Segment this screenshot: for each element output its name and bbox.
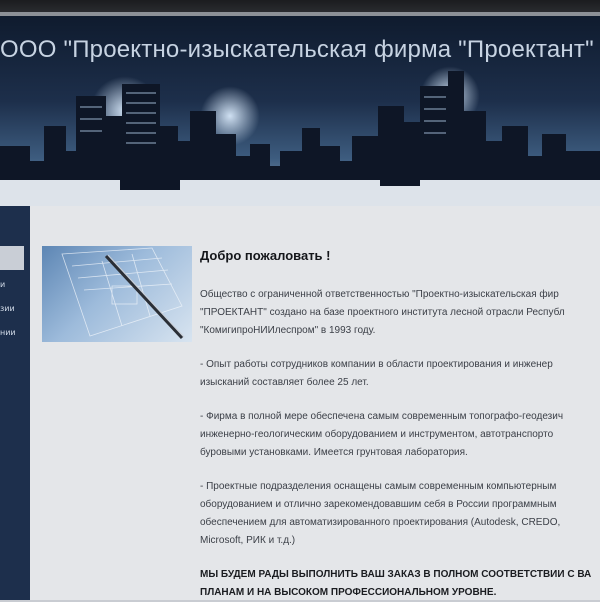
city-skyline-image [0, 71, 600, 206]
sidebar-item-2[interactable]: зии [0, 300, 30, 318]
paragraph-line: "КомигипроНИИлеспром" в 1993 году. [200, 325, 376, 336]
paragraph-line: буровыми установками. Имеется грунтовая … [200, 447, 468, 458]
blueprint-image [42, 246, 192, 342]
paragraph-line: МЫ БУДЕМ РАДЫ ВЫПОЛНИТЬ ВАШ ЗАКАЗ В ПОЛН… [200, 569, 592, 580]
closing-statement: МЫ БУДЕМ РАДЫ ВЫПОЛНИТЬ ВАШ ЗАКАЗ В ПОЛН… [200, 566, 600, 602]
paragraph-line: оборудованием и отлично зарекомендовавши… [200, 499, 557, 510]
software-paragraph: - Проектные подразделения оснащены самым… [200, 478, 600, 550]
main-content: Добро пожаловать ! Общество с ограниченн… [30, 206, 600, 600]
paragraph-line: Microsoft, РИК и т.д.) [200, 535, 296, 546]
paragraph-line: обеспечением для автоматизированного про… [200, 517, 561, 528]
paragraph-line: инженерно-геологическим оборудованием и … [200, 429, 554, 440]
sidebar-active-item[interactable] [0, 246, 24, 270]
sidebar-nav: и зии нии [0, 206, 30, 600]
experience-paragraph: - Опыт работы сотрудников компании в обл… [200, 356, 600, 392]
paragraph-line: Общество с ограниченной ответственностью… [200, 289, 559, 300]
equipment-paragraph: - Фирма в полной мере обеспечена самым с… [200, 408, 600, 462]
welcome-text-block: Добро пожаловать ! Общество с ограниченн… [200, 246, 600, 602]
paragraph-line: - Проектные подразделения оснащены самым… [200, 481, 557, 492]
sidebar-item-3[interactable]: нии [0, 324, 30, 342]
welcome-heading: Добро пожаловать ! [200, 248, 331, 263]
paragraph-line: ПЛАНАМ И НА ВЫСОКОМ ПРОФЕССИОНАЛЬНОМ УРО… [200, 587, 497, 598]
paragraph-line: - Опыт работы сотрудников компании в обл… [200, 359, 553, 370]
sidebar-item-1[interactable]: и [0, 276, 30, 294]
paragraph-line: - Фирма в полной мере обеспечена самым с… [200, 411, 564, 422]
intro-paragraph: Общество с ограниченной ответственностью… [200, 286, 600, 340]
paragraph-line: изысканий составляет более 25 лет. [200, 377, 369, 388]
paragraph-line: "ПРОЕКТАНТ" создано на базе проектного и… [200, 307, 565, 318]
site-header-banner: ООО "Проектно-изыскательская фирма "Прое… [0, 16, 600, 206]
